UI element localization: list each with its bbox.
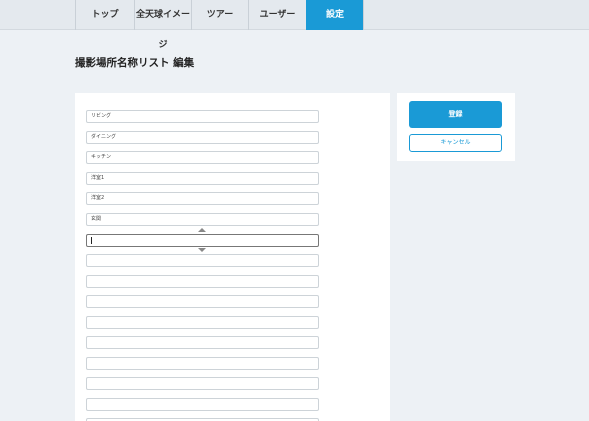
move-up-icon[interactable] — [198, 228, 206, 232]
location-input-13[interactable] — [86, 357, 319, 370]
location-input-value: ダイニング — [91, 134, 117, 140]
location-input-value: キッチン — [91, 154, 112, 160]
tab-tours[interactable]: ツアー — [191, 0, 248, 30]
tab-settings[interactable]: 設定 — [306, 0, 363, 30]
location-input-11[interactable] — [86, 316, 319, 329]
location-input-value: 玄関 — [91, 216, 102, 222]
location-input-7[interactable] — [86, 234, 319, 247]
tab-users[interactable]: ユーザー — [248, 0, 306, 30]
location-input-10[interactable] — [86, 295, 319, 308]
location-input-2[interactable]: ダイニング — [86, 131, 319, 144]
location-input-5[interactable]: 洋室2 — [86, 192, 319, 205]
location-input-3[interactable]: キッチン — [86, 151, 319, 164]
move-down-icon[interactable] — [198, 248, 206, 252]
cancel-button[interactable]: キャンセル — [409, 134, 502, 152]
text-cursor — [91, 237, 92, 244]
tab-top[interactable]: トップ — [75, 0, 134, 30]
location-input-1[interactable]: リビング — [86, 110, 319, 123]
tab-panorama-images[interactable]: 全天球イメージ — [134, 0, 191, 50]
location-input-4[interactable]: 洋室1 — [86, 172, 319, 185]
page-title: 撮影場所名称リスト 編集 — [75, 57, 195, 69]
tab-divider — [363, 0, 364, 30]
location-input-6[interactable]: 玄関 — [86, 213, 319, 226]
location-input-12[interactable] — [86, 336, 319, 349]
location-input-8[interactable] — [86, 254, 319, 267]
location-input-value: 洋室1 — [91, 175, 105, 181]
location-input-14[interactable] — [86, 377, 319, 390]
location-input-value: 洋室2 — [91, 195, 105, 201]
location-input-9[interactable] — [86, 275, 319, 288]
location-input-value: リビング — [91, 113, 112, 119]
register-button[interactable]: 登録 — [409, 101, 502, 128]
location-input-15[interactable] — [86, 398, 319, 411]
top-navigation: トップ 全天球イメージ ツアー ユーザー 設定 — [0, 0, 589, 50]
